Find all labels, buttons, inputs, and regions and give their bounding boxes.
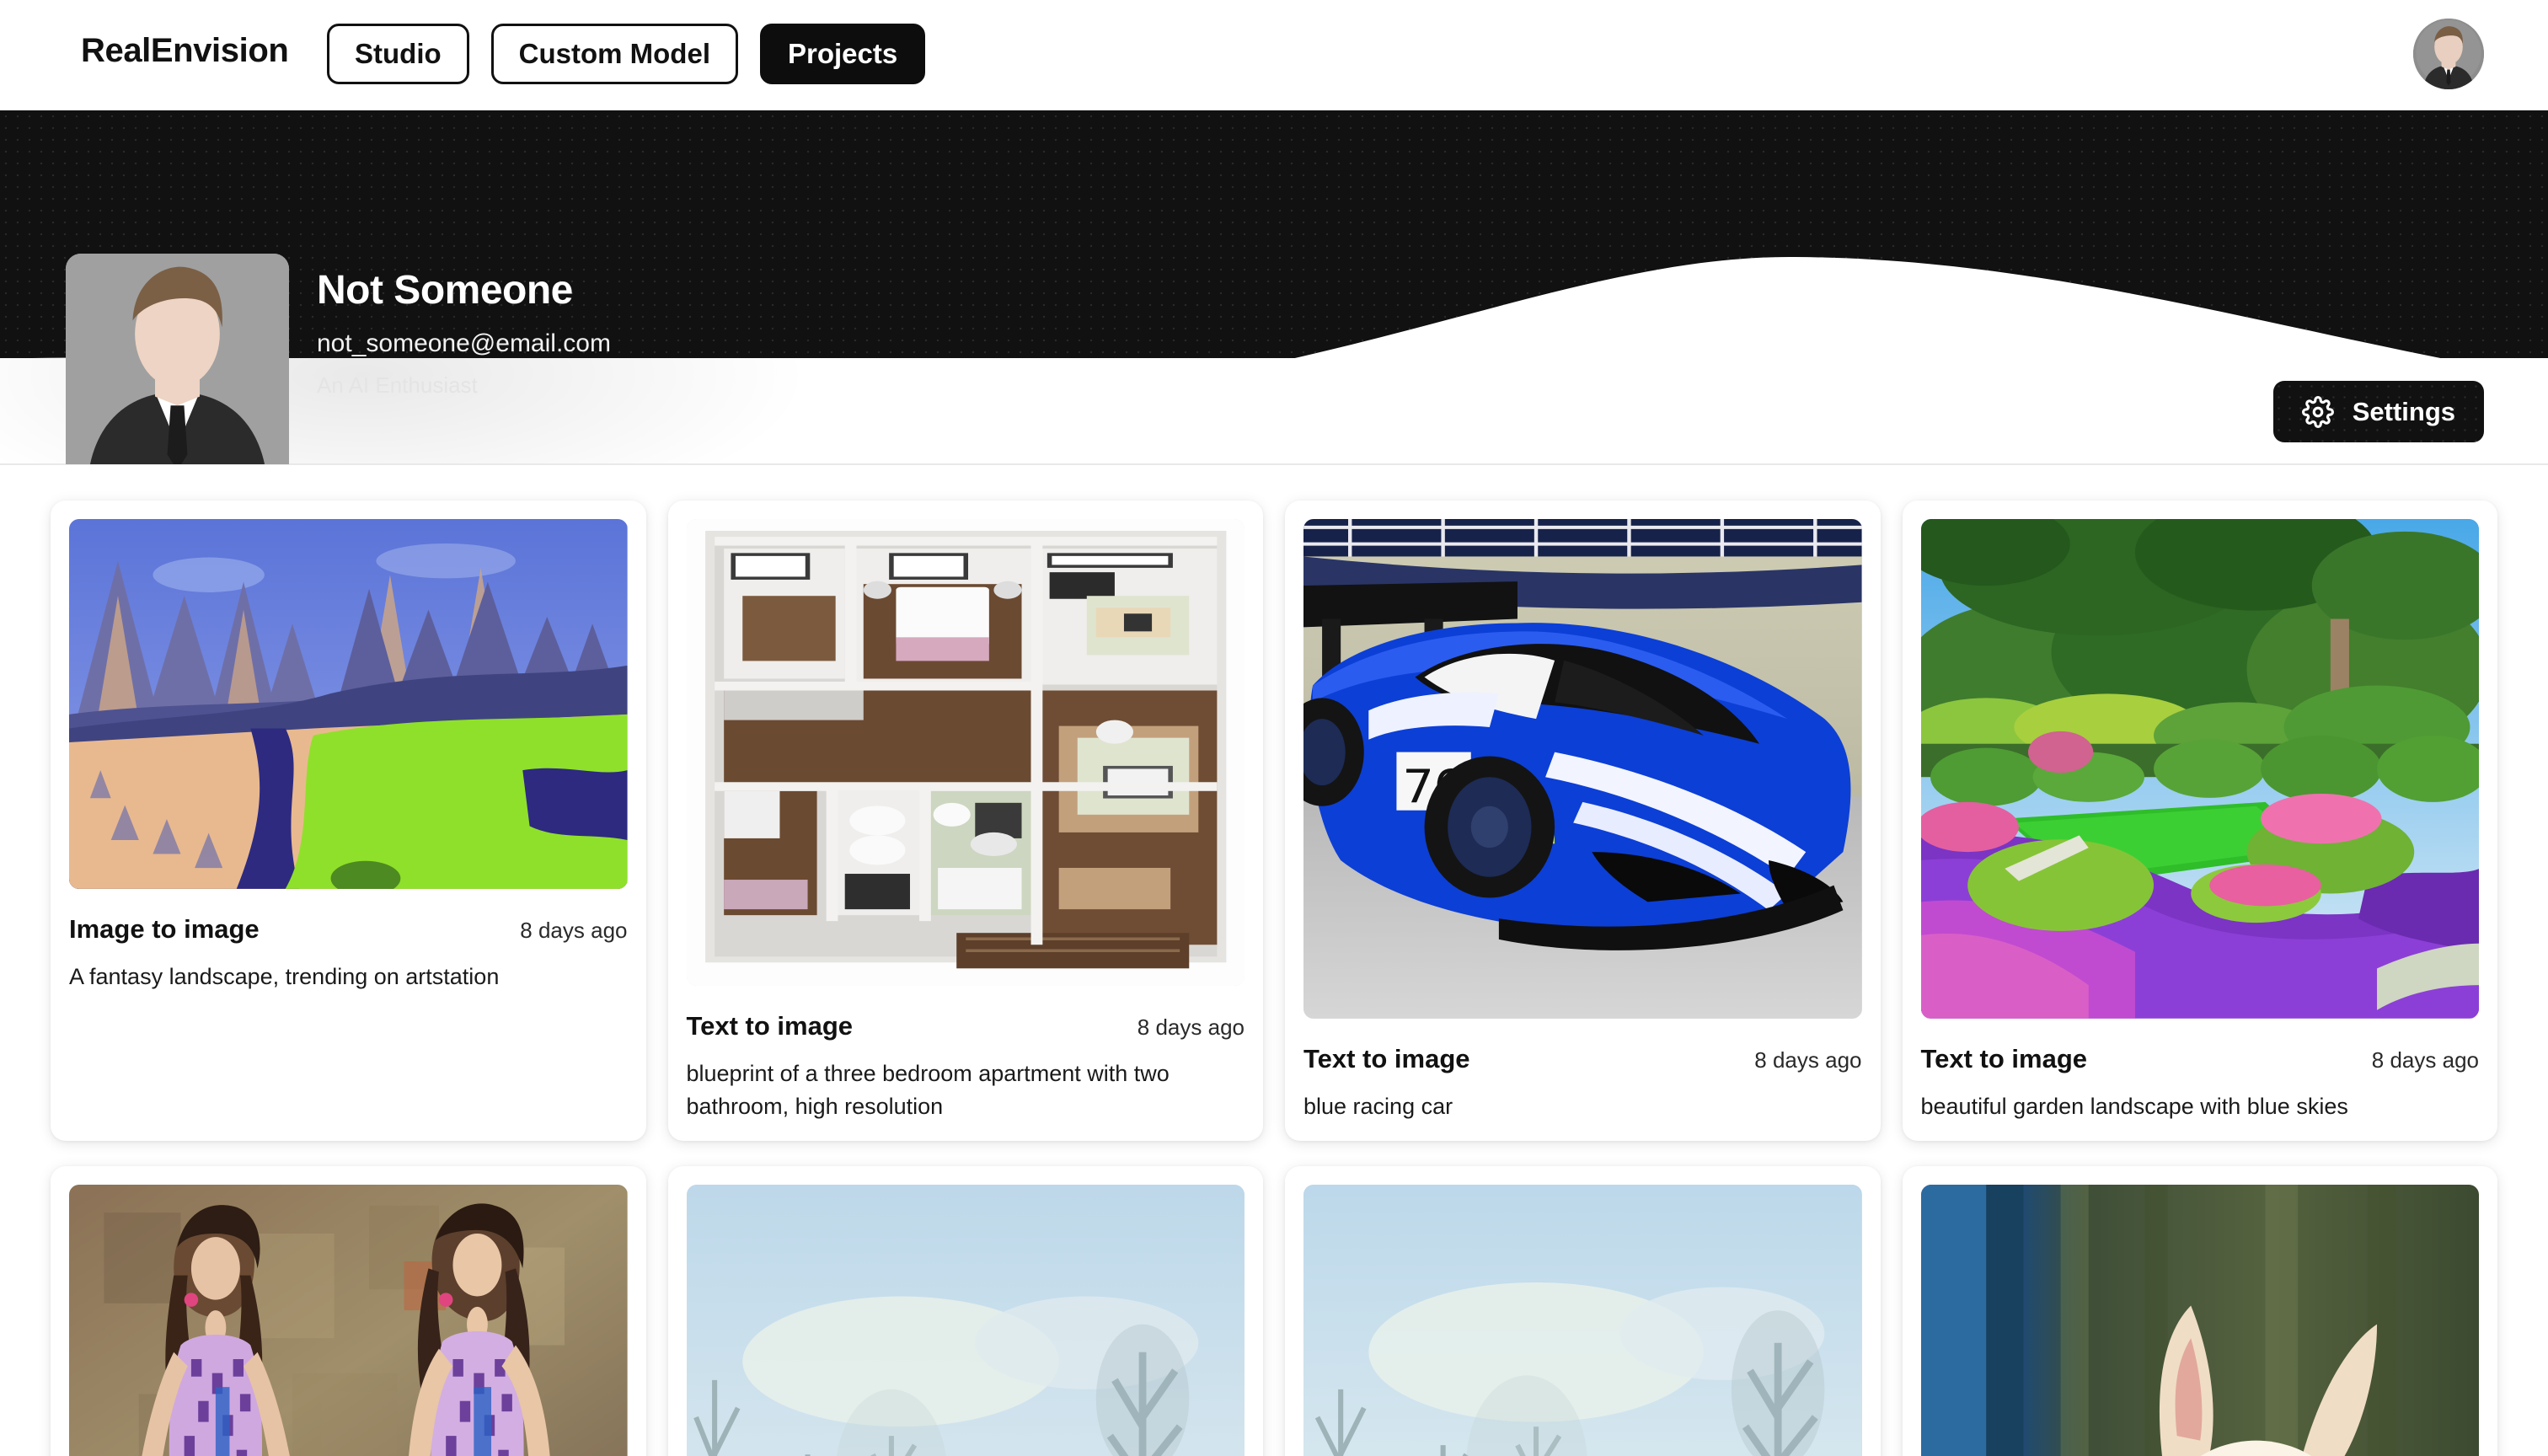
nav-tab-custom-model[interactable]: Custom Model [490,24,738,84]
project-card[interactable]: Text to image 8 days ago blueprint of a th… [667,500,1263,1141]
project-type-label: Image to image [69,913,260,944]
project-card-header: Text to image 8 days ago [1921,1044,2480,1074]
settings-button[interactable]: Settings [2272,381,2484,442]
gear-icon [2301,395,2334,428]
project-timestamp: 8 days ago [520,917,628,943]
project-prompt-text: blue racing car [1303,1093,1453,1119]
profile-email: not_someone@email.com [317,329,611,357]
nav-tab-projects[interactable]: Projects [759,24,926,84]
project-timestamp: 8 days ago [1754,1046,1862,1073]
settings-label: Settings [2352,396,2455,426]
project-thumbnail-garden-landscape[interactable] [1920,519,2479,1019]
nav-button-group: Studio Custom Model Projects [327,24,926,84]
project-thumbnail-winter-field-2[interactable] [1303,1185,1862,1456]
project-thumbnail-cat-closeup[interactable] [1920,1185,2479,1456]
profile-info: Not Someone not_someone@email.com An AI … [317,268,611,399]
project-card[interactable]: Text to image 8 days ago beautiful garden … [1902,500,2497,1141]
project-prompt-text: beautiful garden landscape with blue ski… [1920,1093,2348,1119]
app-logo-text: RealEnvision [81,32,289,69]
projects-grid: Image to image 8 days ago A fantasy landsc… [0,465,2548,1456]
project-thumbnail-apartment-blueprint[interactable] [686,519,1245,987]
profile-avatar [66,254,289,464]
project-thumbnail-two-women-dresses[interactable] [69,1185,628,1456]
project-timestamp: 8 days ago [2371,1046,2479,1073]
project-timestamp: 8 days ago [1137,1014,1245,1041]
project-card[interactable] [667,1166,1263,1456]
project-thumbnail-blue-racing-car[interactable]: 76 [1303,519,1862,1019]
project-card-header: Text to image 8 days ago [687,1011,1245,1041]
project-prompt-text: blueprint of a three bedroom apartment w… [686,1061,1170,1119]
nav-tab-studio[interactable]: Studio [327,24,469,84]
project-card-header: Image to image 8 days ago [69,914,628,945]
project-card[interactable] [1285,1166,1881,1456]
project-card[interactable]: Image to image 8 days ago A fantasy landsc… [51,500,646,1141]
project-card[interactable]: 76 Text to image 8 days ago blue racing ca… [1285,500,1881,1141]
project-thumbnail-winter-field[interactable] [686,1185,1245,1456]
project-type-label: Text to image [1303,1043,1470,1073]
profile-name: Not Someone [317,268,573,313]
project-type-label: Text to image [686,1011,854,1041]
project-thumbnail-fantasy-landscape[interactable] [69,519,628,889]
project-card[interactable] [51,1166,646,1456]
project-type-label: Text to image [1920,1043,2088,1073]
project-card[interactable] [1902,1166,2497,1456]
user-avatar-icon[interactable] [2413,19,2484,89]
project-card-header: Text to image 8 days ago [1303,1044,1862,1074]
top-navigation-bar: RealEnvision Studio Custom Model Project… [0,0,2548,110]
project-prompt-text: A fantasy landscape, trending on artstat… [69,963,500,989]
profile-bio: An AI Enthusiast [317,372,478,398]
